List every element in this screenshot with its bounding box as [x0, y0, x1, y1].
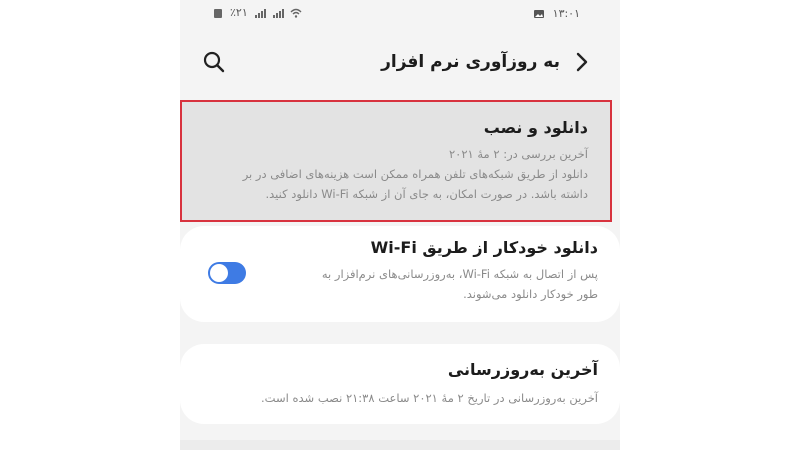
download-install-title: دانلود و نصب — [483, 118, 588, 137]
back-button[interactable] — [568, 48, 596, 76]
signal-icon — [272, 8, 284, 18]
wifi-icon — [290, 8, 302, 18]
status-time: ۱۳:۰۱ — [552, 7, 580, 20]
search-icon — [203, 51, 225, 73]
status-left: ٪۲۱ — [212, 6, 302, 19]
wifi-auto-desc-line1: پس از اتصال به شبکه Wi-Fi، به‌روزرسانی‌ه… — [321, 267, 598, 281]
image-icon — [533, 9, 544, 18]
download-desc-line1: دانلود از طریق شبکه‌های تلفن همراه ممکن … — [242, 167, 588, 181]
battery-percent: ٪۲۱ — [230, 6, 248, 19]
last-update-card[interactable]: آخرین به‌روزرسانی آخرین به‌روزرسانی در ت… — [180, 344, 620, 424]
phone-screen: ٪۲۱ ۱۳:۰۱ به روزآوری نرم افزار دانلود و … — [180, 0, 620, 450]
status-bar: ٪۲۱ ۱۳:۰۱ — [180, 0, 620, 30]
last-check-text: آخرین بررسی در: ۲ مهٔ ۲۰۲۱ — [449, 147, 588, 161]
header-bar: به روزآوری نرم افزار — [180, 40, 620, 84]
chevron-right-icon — [576, 52, 588, 72]
signal-icon — [254, 8, 266, 18]
search-button[interactable] — [200, 48, 228, 76]
download-desc-line2: داشته باشد. در صورت امکان، به جای آن از … — [265, 187, 588, 201]
last-update-title: آخرین به‌روزرسانی — [447, 360, 598, 379]
page-title: به روزآوری نرم افزار — [381, 52, 560, 72]
toggle-knob — [210, 264, 228, 282]
sim-icon — [214, 8, 222, 18]
wifi-auto-toggle[interactable] — [208, 262, 246, 284]
last-update-desc: آخرین به‌روزرسانی در تاریخ ۲ مهٔ ۲۰۲۱ سا… — [261, 391, 598, 405]
bottom-divider — [180, 440, 620, 450]
download-install-card[interactable]: دانلود و نصب آخرین بررسی در: ۲ مهٔ ۲۰۲۱ … — [180, 100, 612, 222]
wifi-auto-download-card[interactable]: دانلود خودکار از طریق Wi-Fi پس از اتصال … — [180, 226, 620, 322]
wifi-auto-title: دانلود خودکار از طریق Wi-Fi — [370, 238, 598, 257]
wifi-auto-desc-line2: طور خودکار دانلود می‌شوند. — [463, 287, 598, 301]
status-right: ۱۳:۰۱ — [533, 7, 580, 20]
